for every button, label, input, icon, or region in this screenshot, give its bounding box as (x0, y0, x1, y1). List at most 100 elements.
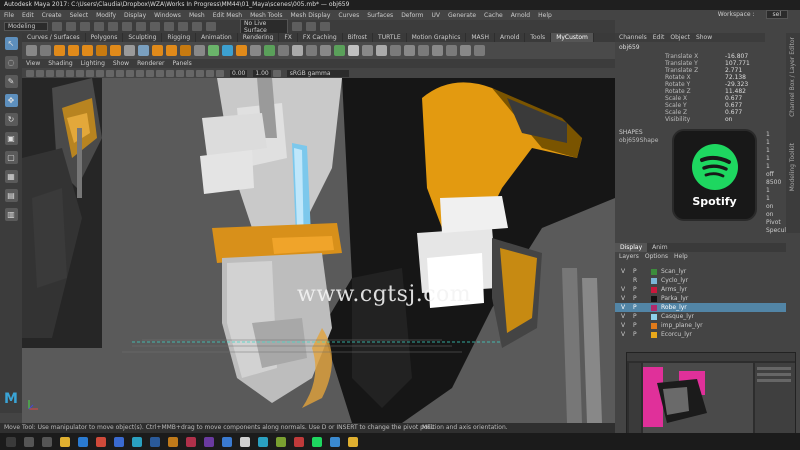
menu-mesh-tools[interactable]: Mesh Tools (250, 12, 282, 19)
channel-row-rotate-x[interactable]: Rotate X 72.138 (615, 74, 765, 81)
snap-view-icon[interactable] (206, 22, 216, 31)
menu-uv[interactable]: UV (432, 12, 441, 19)
shelf-extrude-icon[interactable] (194, 45, 205, 56)
scale-tool-icon[interactable]: ▣ (4, 132, 18, 145)
menu-mesh[interactable]: Mesh (189, 12, 205, 19)
channel-row-scale-x[interactable]: Scale X 0.677 (615, 95, 765, 102)
shelf-freeze-transforms-icon[interactable] (334, 45, 345, 56)
taskbar-spotify-icon[interactable] (312, 436, 322, 447)
near-clip-field[interactable]: 0.00 (230, 69, 248, 77)
channel-box-menu-edit[interactable]: Edit (653, 34, 665, 41)
shelf-bridge-icon[interactable] (180, 45, 191, 56)
taskbar-folder-icon[interactable] (348, 436, 358, 447)
menu-layers[interactable]: Layers (619, 253, 639, 260)
taskbar-photoshop-icon[interactable] (150, 436, 160, 447)
anti-aliasing-icon[interactable] (176, 69, 184, 77)
channel-value-field[interactable]: 0.677 (721, 102, 761, 109)
menu-edit-mesh[interactable]: Edit Mesh (213, 12, 242, 19)
viewport-menu-shading[interactable]: Shading (48, 59, 72, 68)
layer-visibility-toggle[interactable]: V (621, 331, 629, 338)
channel-box-menu-show[interactable]: Show (696, 34, 712, 41)
single-pane-layout-icon[interactable]: ▢ (4, 151, 18, 164)
shelf-outliner-icon[interactable] (376, 45, 387, 56)
shelf-center-pivot-icon[interactable] (320, 45, 331, 56)
viewport-menu-panels[interactable]: Panels (172, 59, 191, 68)
open-scene-icon[interactable] (66, 22, 76, 31)
isolate-select-icon[interactable] (186, 69, 194, 77)
resolution-gate-icon[interactable] (86, 69, 94, 77)
layer-visibility-toggle[interactable]: V (621, 286, 629, 293)
menu-deform[interactable]: Deform (401, 12, 423, 19)
layer-color-swatch[interactable] (651, 331, 657, 338)
taskbar-start-icon[interactable] (6, 436, 16, 447)
channel-value-field[interactable]: 0.677 (721, 109, 761, 116)
shelf-tab-mycustom[interactable]: MyCustom (551, 33, 594, 42)
shelf-tab-sculpting[interactable]: Sculpting (123, 33, 163, 42)
channel-row-rotate-z[interactable]: Rotate Z 11.482 (615, 88, 765, 95)
layer-playback-toggle[interactable]: P (633, 268, 647, 275)
shelf-cone-icon[interactable] (68, 45, 79, 56)
shelf-script-editor-icon[interactable] (446, 45, 457, 56)
taskbar-illustrator-icon[interactable] (168, 436, 178, 447)
shelf-crease-icon[interactable] (306, 45, 317, 56)
move-tool-icon[interactable]: ✥ (4, 94, 18, 107)
xray-components-icon[interactable] (216, 69, 224, 77)
shelf-tab-fx-caching[interactable]: FX Caching (298, 33, 343, 42)
menu-modify[interactable]: Modify (96, 12, 116, 19)
channel-row-scale-z[interactable]: Scale Z 0.677 (615, 109, 765, 116)
menu-create[interactable]: Create (42, 12, 62, 19)
shelf-tab-curves-surfaces[interactable]: Curves / Surfaces (22, 33, 86, 42)
shelf-tab-animation[interactable]: Animation (196, 33, 238, 42)
four-pane-layout-icon[interactable]: ▦ (4, 170, 18, 183)
viewport-menu-show[interactable]: Show (113, 59, 129, 68)
motion-blur-icon[interactable] (166, 69, 174, 77)
wireframe-on-shaded-icon[interactable] (116, 69, 124, 77)
outliner-layout-icon[interactable]: ▤ (4, 189, 18, 202)
layer-playback-toggle[interactable]: P (633, 295, 647, 302)
layer-playback-toggle[interactable]: P (633, 304, 647, 311)
ambient-occlusion-icon[interactable] (156, 69, 164, 77)
shelf-tab-bifrost[interactable]: Bifrost (343, 33, 374, 42)
menu-file[interactable]: File (4, 12, 14, 19)
layer-row-ecorcu-lyr[interactable]: V P Ecorcu_lyr (615, 330, 786, 339)
layer-color-swatch[interactable] (651, 322, 657, 329)
graph-layout-icon[interactable]: ▥ (4, 208, 18, 221)
channel-value-field[interactable]: 107.771 (721, 60, 761, 67)
menu-options[interactable]: Options (645, 253, 668, 260)
layer-row-imp-plane-lyr[interactable]: V Pimp_plane_lyr (615, 321, 786, 330)
bookmarks-icon[interactable] (46, 69, 54, 77)
layer-visibility-toggle[interactable]: V (621, 295, 629, 302)
shelf-tab-rendering[interactable]: Rendering (238, 33, 280, 42)
shelf-tool-settings-icon[interactable] (474, 45, 485, 56)
menu-display[interactable]: Display (124, 12, 146, 19)
menu-select[interactable]: Select (70, 12, 89, 19)
channel-box-menu-object[interactable]: Object (670, 34, 690, 41)
channel-row-visibility[interactable]: Visibility on (615, 116, 765, 123)
perspective-viewport[interactable]: www.cgtsj.com (22, 78, 615, 423)
channel-value-field[interactable]: 72.138 (721, 74, 761, 81)
menu-surfaces[interactable]: Surfaces (367, 12, 393, 19)
menu-mesh-display[interactable]: Mesh Display (291, 12, 331, 19)
viewport-menu-lighting[interactable]: Lighting (81, 59, 105, 68)
channel-value-field[interactable]: -16.807 (721, 53, 761, 60)
taskbar-task-view-icon[interactable] (42, 436, 52, 447)
textured-icon[interactable] (126, 69, 134, 77)
channel-value-field[interactable]: 2.771 (721, 67, 761, 74)
shelf-separate-icon[interactable] (138, 45, 149, 56)
menu-cache[interactable]: Cache (484, 12, 503, 19)
channel-row-translate-x[interactable]: Translate X -16.807 (615, 53, 765, 60)
layer-color-swatch[interactable] (651, 304, 657, 311)
layer-row-scan-lyr[interactable]: V P Scan_lyr (615, 267, 786, 276)
taskbar-dropbox-icon[interactable] (330, 436, 340, 447)
taskbar-calendar-icon[interactable] (294, 436, 304, 447)
far-clip-field[interactable]: 1.00 (253, 69, 271, 77)
layer-visibility-toggle[interactable]: V (621, 304, 629, 311)
taskbar-search-icon[interactable] (24, 436, 34, 447)
tab-modeling-toolkit[interactable]: Modeling Toolkit (789, 143, 796, 191)
grid-toggle-icon[interactable] (66, 69, 74, 77)
ipr-render-icon[interactable] (306, 22, 316, 31)
render-icon[interactable] (292, 22, 302, 31)
workspace-dropdown[interactable]: sel (765, 10, 788, 19)
layer-playback-toggle[interactable]: R (633, 277, 647, 284)
channel-value-field[interactable]: 0.677 (721, 95, 761, 102)
